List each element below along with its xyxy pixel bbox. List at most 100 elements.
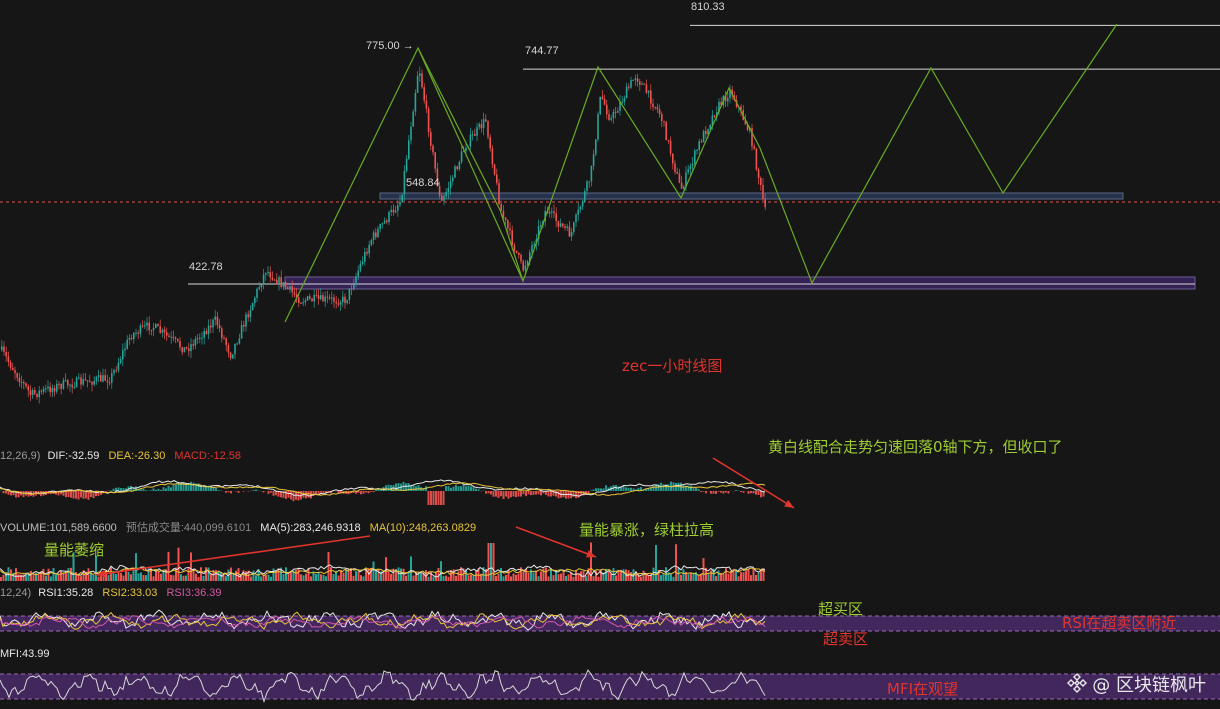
- macd-histogram-bar: [507, 491, 510, 499]
- level-label-775: 775.00 →: [366, 40, 414, 52]
- macd-histogram-bar: [485, 491, 487, 494]
- candle-body: [166, 332, 168, 336]
- candle-body: [553, 211, 555, 214]
- macd-histogram-bar: [695, 488, 697, 491]
- candle-body: [23, 381, 25, 384]
- macd-histogram-bar: [650, 488, 652, 491]
- macd-histogram-bar: [435, 491, 437, 505]
- candle-body: [491, 148, 494, 165]
- candle-body: [141, 325, 144, 327]
- candle-body: [412, 111, 414, 127]
- volume-bar: [120, 573, 122, 581]
- candle-body: [291, 286, 293, 293]
- candle-body: [584, 191, 586, 202]
- candle-body: [493, 164, 496, 175]
- volume-bar: [737, 576, 740, 581]
- volume-bar: [355, 571, 357, 581]
- macd-histogram-bar: [430, 491, 432, 505]
- volume-bar: [527, 572, 530, 581]
- candle-body: [331, 297, 333, 299]
- candle-body: [414, 92, 417, 112]
- candle-body: [223, 337, 225, 339]
- volume-bar: [17, 574, 20, 581]
- candle-body: [375, 232, 377, 238]
- macd-header: 12,26,9) DIF:-32.59 DEA:-26.30 MACD:-12.…: [0, 450, 242, 462]
- macd-histogram-bar: [85, 491, 87, 499]
- candle-body: [179, 340, 181, 348]
- candle-body: [388, 211, 390, 223]
- candle-body: [36, 393, 38, 398]
- macd-histogram-bar: [467, 485, 470, 491]
- macd-histogram-bar: [80, 491, 82, 498]
- volume-bar: [680, 574, 682, 581]
- macd-histogram-bar: [220, 490, 222, 491]
- candle-body: [71, 384, 73, 388]
- macd-histogram-bar: [537, 491, 540, 495]
- volume-bar: [30, 570, 32, 581]
- candle-body: [606, 104, 608, 115]
- volume-bar: [405, 575, 407, 581]
- candle-body: [47, 386, 49, 389]
- candle-body: [16, 373, 18, 378]
- candle-body: [133, 332, 135, 340]
- macd-histogram-bar: [482, 490, 485, 491]
- macd-histogram-bar: [165, 488, 167, 491]
- volume-bar: [272, 568, 275, 581]
- volume-bar: [295, 569, 297, 581]
- macd-histogram-bar: [317, 491, 320, 494]
- volume-bar: [97, 576, 100, 581]
- macd-histogram-bar: [120, 488, 122, 491]
- candle-body: [507, 220, 509, 229]
- volume-bar: [0, 576, 2, 581]
- candle-body: [40, 390, 43, 392]
- candle-body: [49, 386, 51, 393]
- volume-bar: [742, 572, 745, 581]
- volume-bar: [302, 575, 305, 581]
- candle-body: [628, 86, 630, 88]
- macd-histogram-bar: [500, 491, 502, 497]
- macd-histogram-bar: [272, 491, 275, 496]
- candle-body: [524, 265, 527, 271]
- macd-histogram-bar: [230, 491, 232, 494]
- volume-bar: [547, 576, 550, 581]
- volume-bar: [510, 576, 512, 581]
- candle-body: [27, 386, 29, 391]
- volume-bar: [15, 568, 17, 581]
- macd-histogram-bar: [752, 491, 755, 494]
- candle-body: [64, 380, 67, 382]
- mfi-value: MFI:43.99: [0, 648, 50, 660]
- volume-bar: [725, 568, 727, 581]
- candle-body: [691, 163, 694, 167]
- candle-body: [91, 382, 93, 385]
- macd-histogram-bar: [192, 482, 195, 491]
- chart-canvas: [0, 23, 1220, 704]
- support-zone-422: [284, 276, 1196, 290]
- candle-body: [5, 351, 7, 357]
- candle-body: [392, 209, 395, 213]
- volume-bar: [715, 576, 717, 581]
- volume-bar: [457, 571, 460, 581]
- candle-body: [445, 192, 447, 197]
- candle-body: [379, 224, 381, 229]
- candle-body: [698, 141, 700, 150]
- volume-bar: [630, 572, 632, 581]
- candle-body: [75, 377, 78, 388]
- candle-body: [636, 78, 639, 82]
- candle-body: [306, 296, 309, 301]
- volume-bar: [675, 544, 677, 581]
- candle-body: [254, 297, 256, 304]
- candle-body: [676, 171, 678, 174]
- volume-bar: [670, 574, 672, 581]
- candle-body: [196, 338, 199, 340]
- arrow-icon: →: [402, 40, 414, 52]
- candle-body: [566, 226, 568, 228]
- candle-body: [309, 296, 311, 299]
- candle-body: [645, 84, 648, 93]
- rsi2-value: RSI2:33.03: [102, 587, 158, 599]
- candle-body: [232, 354, 234, 359]
- candle-body: [577, 209, 579, 215]
- macd-histogram-bar: [717, 491, 720, 492]
- volume-bar: [445, 575, 447, 581]
- candle-body: [326, 296, 329, 298]
- macd-histogram-bar: [755, 491, 757, 495]
